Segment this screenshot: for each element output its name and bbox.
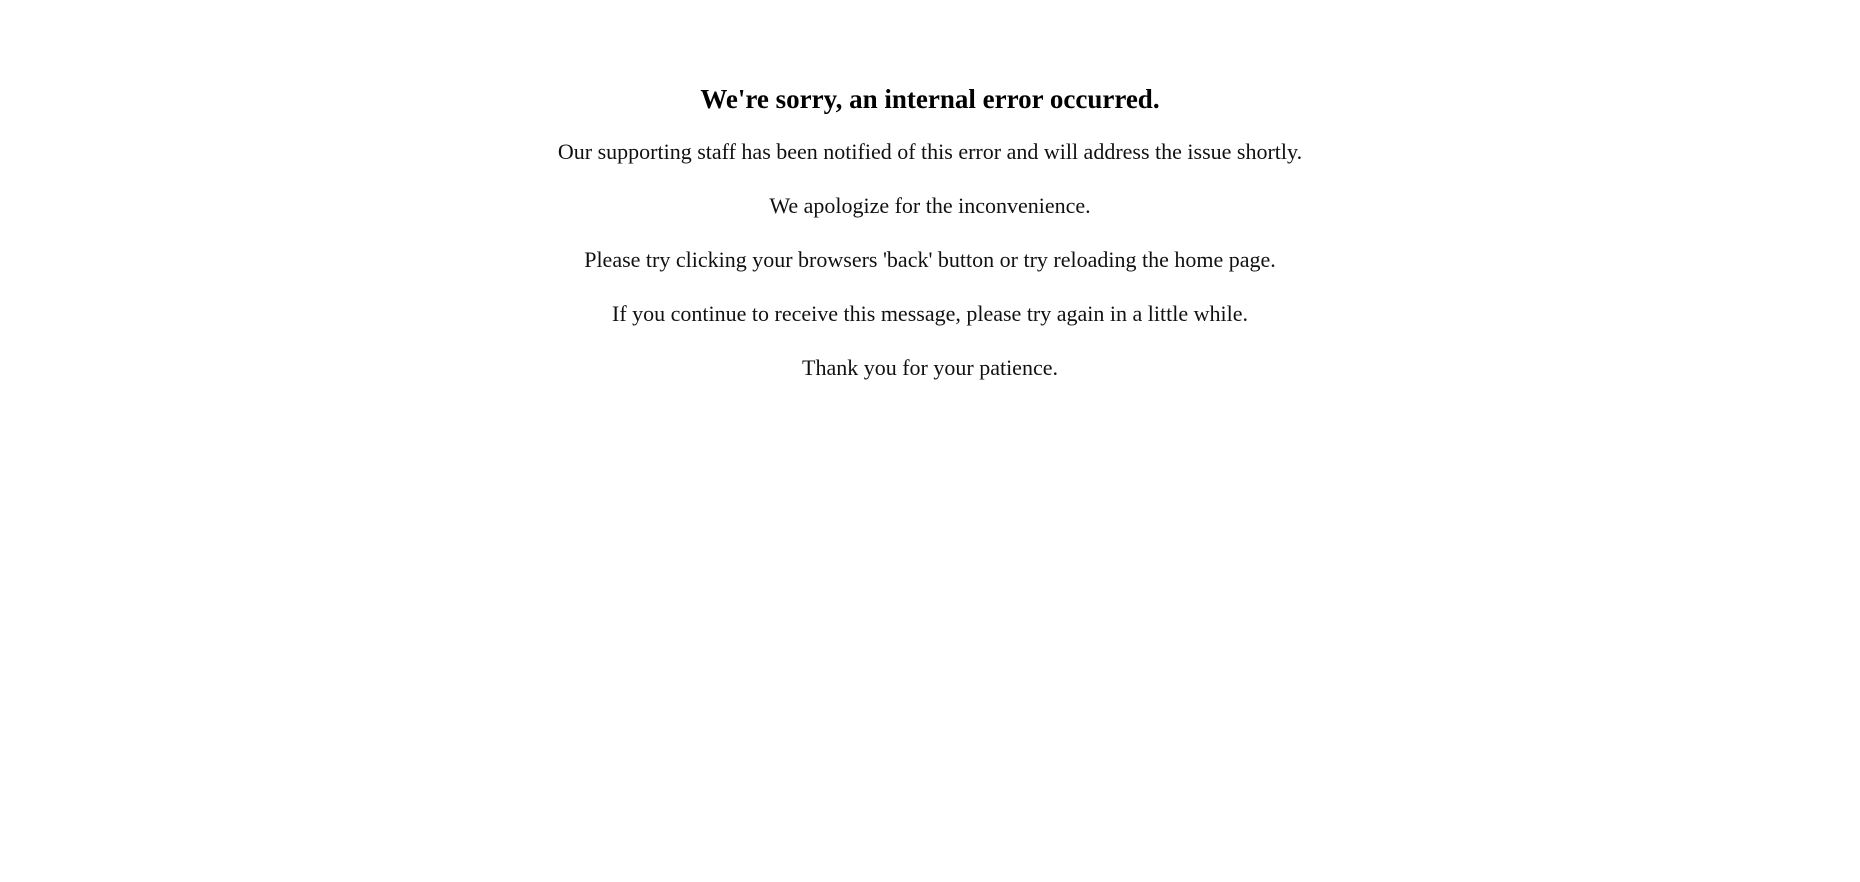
error-message-retry: If you continue to receive this message,… bbox=[612, 301, 1248, 326]
error-message-block: We're sorry, an internal error occurred.… bbox=[0, 83, 1860, 381]
error-message-instructions: Please try clicking your browsers 'back'… bbox=[584, 247, 1276, 272]
error-title: We're sorry, an internal error occurred. bbox=[700, 84, 1160, 114]
error-message-apology: We apologize for the inconvenience. bbox=[769, 193, 1091, 218]
page-root: We're sorry, an internal error occurred.… bbox=[0, 0, 1860, 882]
error-message-notified: Our supporting staff has been notified o… bbox=[557, 139, 1303, 164]
error-message-thanks: Thank you for your patience. bbox=[802, 355, 1058, 380]
